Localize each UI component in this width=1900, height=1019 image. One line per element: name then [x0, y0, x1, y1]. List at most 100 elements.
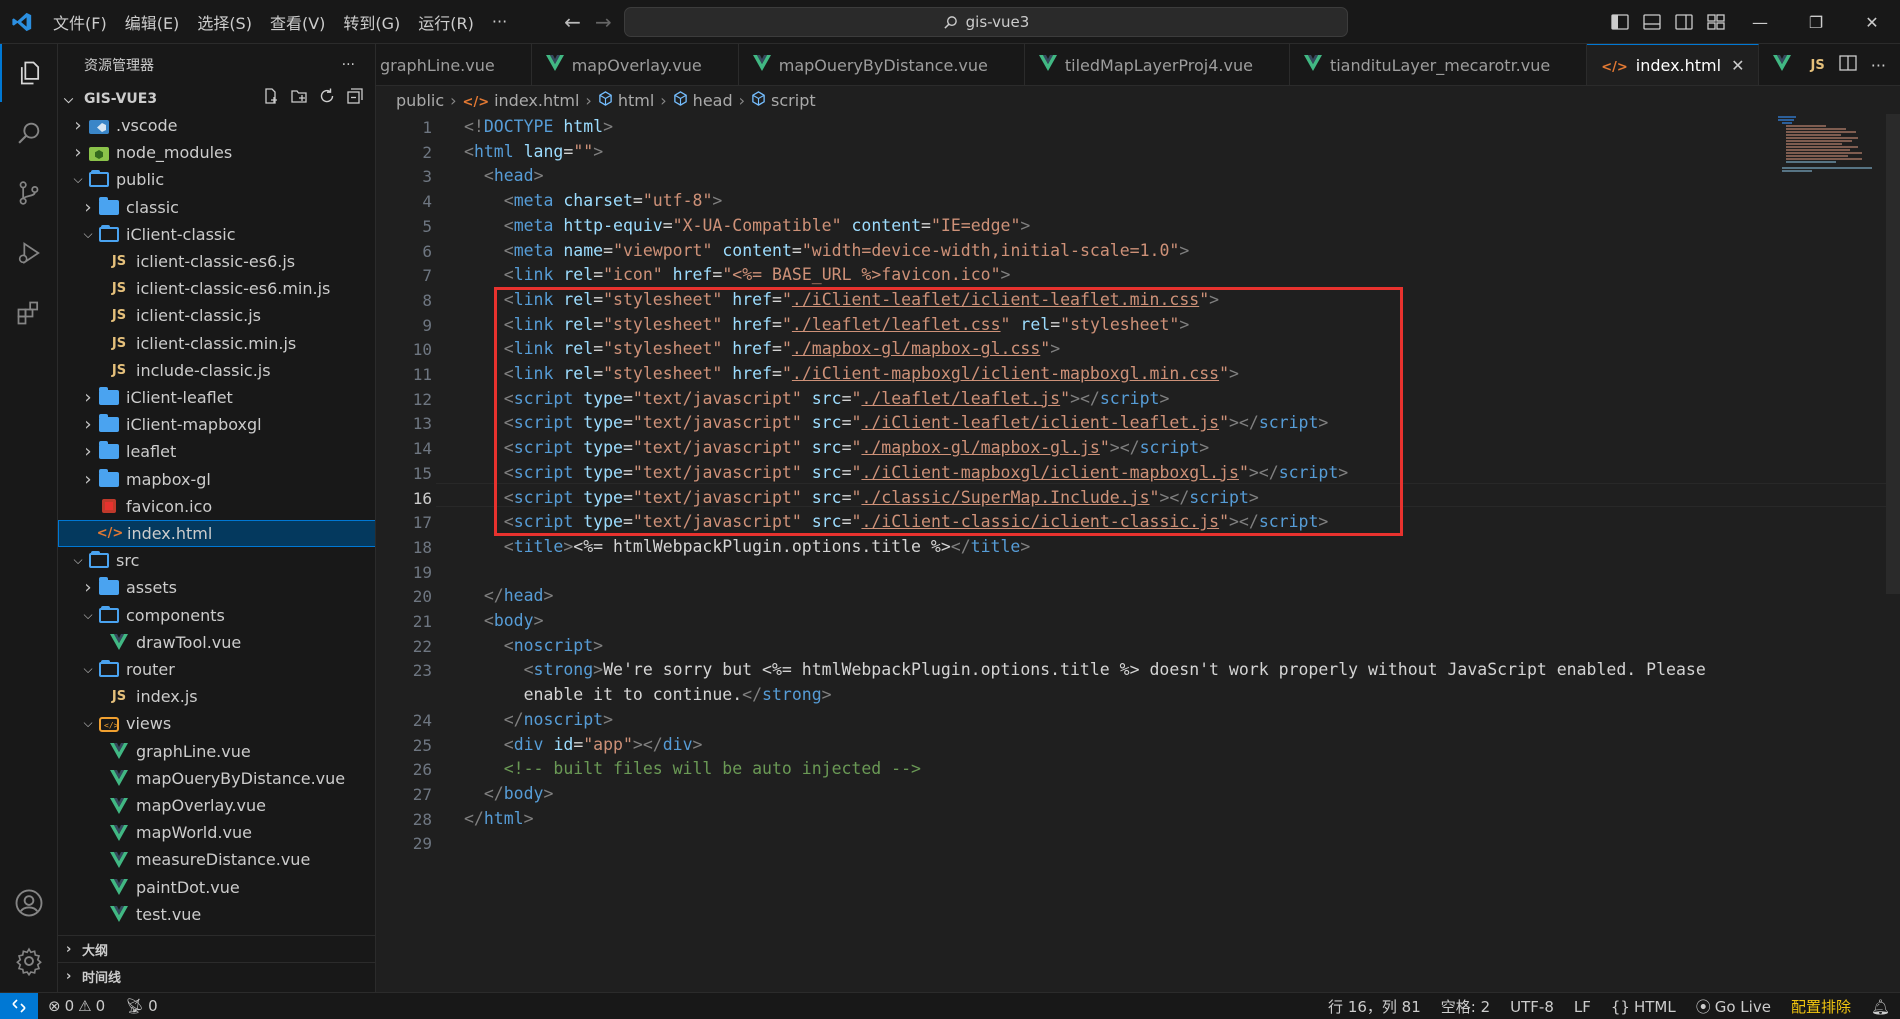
vertical-scrollbar[interactable] [1886, 114, 1900, 594]
source-control-icon[interactable] [0, 164, 58, 222]
collapse-all-icon[interactable] [346, 87, 364, 109]
tree-folder[interactable]: › assets [58, 574, 375, 601]
refresh-icon[interactable] [318, 87, 336, 109]
run-debug-icon[interactable] [0, 224, 58, 282]
menu-item[interactable]: ··· [483, 12, 516, 31]
end-of-line[interactable]: LF [1564, 998, 1601, 1016]
minimap[interactable] [1776, 114, 1886, 176]
split-editor-icon[interactable] [1839, 55, 1857, 75]
tree-folder[interactable]: ⌵ public [58, 166, 375, 193]
code-token: < [503, 215, 514, 235]
tree-file[interactable]: JS iclient-classic-es6.min.js [58, 275, 375, 302]
account-icon[interactable] [0, 874, 58, 932]
restore-button[interactable]: ❐ [1788, 0, 1844, 44]
tab-tiledmaplayerproj4-vue[interactable]: tiledMapLayerProj4.vue [1025, 44, 1290, 85]
tab-mapoverlay-vue[interactable]: mapOverlay.vue [532, 44, 739, 85]
extensions-icon[interactable] [0, 284, 58, 342]
breadcrumb-item[interactable]: script [771, 91, 816, 110]
menu-item[interactable]: 文件(F) [44, 10, 116, 34]
tree-file[interactable]: JS iclient-classic.min.js [58, 330, 375, 357]
tree-folder[interactable]: ⌵ iClient-classic [58, 221, 375, 248]
code-token: "X-UA-Compatible" [672, 215, 842, 235]
toggle-panel-icon[interactable] [1636, 0, 1668, 44]
notifications-bell-icon[interactable]: 🔔︎ [1861, 998, 1900, 1016]
tree-folder[interactable]: › node_modules [58, 139, 375, 166]
go-live-button[interactable]: ⦿ Go Live [1686, 996, 1781, 1017]
tree-folder[interactable]: ⌵ </> views [58, 710, 375, 737]
tab-index-html[interactable]: </> index.html ✕ [1587, 44, 1760, 85]
tree-folder[interactable]: ⌵ components [58, 602, 375, 629]
js-icon[interactable]: JS [1811, 58, 1825, 73]
code-token: = [791, 240, 802, 260]
tree-file[interactable]: </> index.html [58, 520, 375, 547]
tree-folder[interactable]: › .vscode [58, 112, 375, 139]
close-icon[interactable]: ✕ [1731, 56, 1744, 75]
tree-item-label: views [126, 714, 172, 734]
workspace-root[interactable]: ⌵ GIS-VUE3 [58, 87, 375, 111]
ports-indicator[interactable]: 📡︎ 0 [115, 997, 168, 1015]
breadcrumb-item[interactable]: html [618, 91, 654, 110]
tree-file[interactable]: measureDistance.vue [58, 846, 375, 873]
tree-file[interactable]: JS iclient-classic-es6.js [58, 248, 375, 275]
breadcrumb-item[interactable]: public [396, 91, 444, 110]
tree-file[interactable]: mapWorld.vue [58, 819, 375, 846]
cursor-position[interactable]: 行 16，列 81 [1318, 996, 1431, 1017]
remote-indicator-icon[interactable] [0, 992, 38, 1019]
problems-indicator[interactable]: ⊗ 0 ⚠ 0 [38, 997, 115, 1015]
tree-file[interactable]: JS include-classic.js [58, 357, 375, 384]
tree-folder[interactable]: › iClient-mapboxgl [58, 411, 375, 438]
tree-file[interactable]: mapOverlay.vue [58, 792, 375, 819]
menu-item[interactable]: 编辑(E) [116, 10, 189, 34]
language-mode[interactable]: {} HTML [1601, 998, 1686, 1016]
more-actions-button[interactable]: ··· [1871, 56, 1886, 75]
tab-mapouerybydistance-vue[interactable]: mapOueryByDistance.vue [739, 44, 1025, 85]
menu-item[interactable]: 转到(G) [334, 10, 409, 34]
settings-gear-icon[interactable] [0, 932, 58, 990]
breadcrumb-item[interactable]: index.html [494, 91, 579, 110]
code-token: rel [1020, 314, 1051, 334]
tree-file[interactable]: paintDot.vue [58, 874, 375, 901]
tree-file[interactable]: mapOueryByDistance.vue [58, 765, 375, 792]
forward-arrow-icon[interactable]: → [595, 10, 612, 34]
tree-folder[interactable]: › iClient-leaflet [58, 384, 375, 411]
tree-file[interactable]: JS iclient-classic.js [58, 302, 375, 329]
code-editor[interactable]: 1 <!DOCTYPE html> 2 <html lang=""> 3 <head> 4… [376, 114, 1900, 992]
back-arrow-icon[interactable]: ← [564, 10, 581, 34]
customize-layout-icon[interactable] [1700, 0, 1732, 44]
menu-item[interactable]: 运行(R) [409, 10, 483, 34]
tab-graphline-vue[interactable]: graphLine.vue [376, 44, 532, 85]
config-exclude-button[interactable]: 配置排除 [1781, 996, 1861, 1017]
tree-file[interactable]: favicon.ico [58, 493, 375, 520]
tab-tianditulayer_mecarotr-vue[interactable]: tiandituLayer_mecarotr.vue [1290, 44, 1588, 85]
toggle-sidebar-icon[interactable] [1604, 0, 1636, 44]
outline-section[interactable]: › 大纲 [58, 935, 375, 962]
code-line: </html> [464, 807, 534, 832]
tree-folder[interactable]: › leaflet [58, 438, 375, 465]
close-window-button[interactable]: ✕ [1844, 0, 1900, 44]
encoding[interactable]: UTF-8 [1500, 998, 1564, 1016]
tree-file[interactable]: JS index.js [58, 683, 375, 710]
command-center-search[interactable]: gis-vue3 [624, 7, 1348, 37]
new-file-icon[interactable] [262, 87, 280, 109]
timeline-section[interactable]: › 时间线 [58, 962, 375, 989]
tree-folder[interactable]: ⌵ src [58, 547, 375, 574]
tab-label: mapOverlay.vue [571, 55, 702, 75]
more-actions-button[interactable]: ··· [342, 57, 355, 73]
code-token: " [781, 314, 792, 334]
explorer-icon[interactable] [0, 44, 58, 102]
minimize-button[interactable]: — [1732, 0, 1788, 44]
tree-file[interactable]: drawTool.vue [58, 629, 375, 656]
new-folder-icon[interactable] [290, 87, 308, 109]
tree-file[interactable]: test.vue [58, 901, 375, 928]
tree-folder[interactable]: ⌵ router [58, 656, 375, 683]
breadcrumb-item[interactable]: head [693, 91, 733, 110]
search-icon[interactable] [0, 104, 58, 162]
tree-folder[interactable]: › mapbox-gl [58, 466, 375, 493]
tree-file[interactable]: graphLine.vue [58, 738, 375, 765]
menu-item[interactable]: 查看(V) [261, 10, 334, 34]
tree-folder[interactable]: › classic [58, 194, 375, 221]
toggle-secondary-sidebar-icon[interactable] [1668, 0, 1700, 44]
indentation[interactable]: 空格: 2 [1431, 996, 1500, 1017]
menu-item[interactable]: 选择(S) [188, 10, 261, 34]
